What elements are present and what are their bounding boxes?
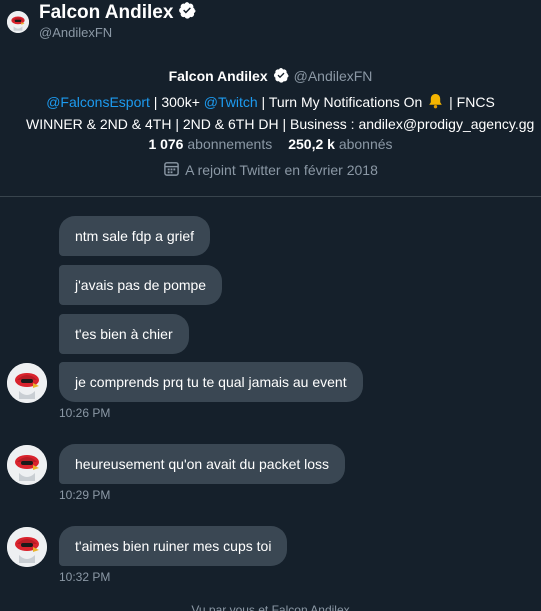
seen-indicator: Vu par vous et Falcon Andilex <box>191 603 350 611</box>
verified-badge-icon <box>273 67 289 86</box>
following-stat[interactable]: 1 076 abonnements <box>148 136 272 152</box>
header-avatar[interactable] <box>7 11 29 33</box>
bio-link-falcons[interactable]: @FalconsEsport <box>46 94 150 110</box>
bio-text: | 300k+ <box>149 94 204 110</box>
profile-stats: 1 076 abonnements 250,2 k abonnés <box>0 136 541 152</box>
message-text: ntm sale fdp a grief <box>75 228 195 244</box>
followers-stat[interactable]: 250,2 k abonnés <box>288 136 392 152</box>
divider <box>0 196 541 197</box>
profile-handle: @AndilexFN <box>293 68 373 84</box>
message-timestamp: 10:26 PM <box>59 406 111 420</box>
message-timestamp: 10:29 PM <box>59 488 111 502</box>
falcon-avatar-icon <box>7 527 47 567</box>
bell-icon <box>428 93 443 114</box>
profile-name-row: Falcon Andilex @AndilexFN <box>0 66 541 86</box>
profile-joined: A rejoint Twitter en février 2018 <box>0 160 541 180</box>
header-name[interactable]: Falcon Andilex <box>39 1 197 25</box>
message-text: t'es bien à chier <box>75 326 173 342</box>
following-count: 1 076 <box>148 136 184 152</box>
sender-avatar[interactable] <box>7 363 47 403</box>
message-text: j'avais pas de pompe <box>75 277 207 293</box>
joined-text: A rejoint Twitter en février 2018 <box>185 162 378 178</box>
followers-label: abonnés <box>338 136 393 152</box>
following-label: abonnements <box>187 136 273 152</box>
profile-name[interactable]: Falcon Andilex <box>169 68 268 84</box>
message-bubble[interactable]: t'es bien à chier <box>59 314 189 354</box>
message-bubble[interactable]: ntm sale fdp a grief <box>59 216 211 256</box>
conversation-header: Falcon Andilex @AndilexFN <box>0 0 541 50</box>
profile-bio: @FalconsEsport | 300k+ @Twitch | Turn My… <box>0 92 541 134</box>
message-text: heureusement qu'on avait du packet loss <box>75 456 330 472</box>
message-bubble[interactable]: t'aimes bien ruiner mes cups toi <box>59 526 288 566</box>
profile-summary: Falcon Andilex @AndilexFN @FalconsEsport… <box>0 66 541 178</box>
message-text: t'aimes bien ruiner mes cups toi <box>75 538 272 554</box>
message-bubble[interactable]: je comprends prq tu te qual jamais au ev… <box>59 362 363 402</box>
message-bubble[interactable]: heureusement qu'on avait du packet loss <box>59 444 346 484</box>
falcon-avatar-icon <box>7 11 29 33</box>
bio-text: | Turn My Notifications On <box>257 94 427 110</box>
falcon-avatar-icon <box>7 363 47 403</box>
sender-avatar[interactable] <box>7 527 47 567</box>
message-bubble[interactable]: j'avais pas de pompe <box>59 265 223 305</box>
verified-badge-icon <box>178 1 197 25</box>
header-name-text: Falcon Andilex <box>39 2 174 23</box>
bio-text: | FNCS <box>445 94 495 110</box>
calendar-icon <box>163 160 180 180</box>
followers-count: 250,2 k <box>288 136 335 152</box>
bio-link-twitch[interactable]: @Twitch <box>204 94 258 110</box>
message-timestamp: 10:32 PM <box>59 570 111 584</box>
message-text: je comprends prq tu te qual jamais au ev… <box>75 374 347 390</box>
falcon-avatar-icon <box>7 445 47 485</box>
header-handle: @AndilexFN <box>39 25 113 40</box>
sender-avatar[interactable] <box>7 445 47 485</box>
bio-line-2: WINNER & 2ND & 4TH | 2ND & 6TH DH | Busi… <box>26 116 535 132</box>
